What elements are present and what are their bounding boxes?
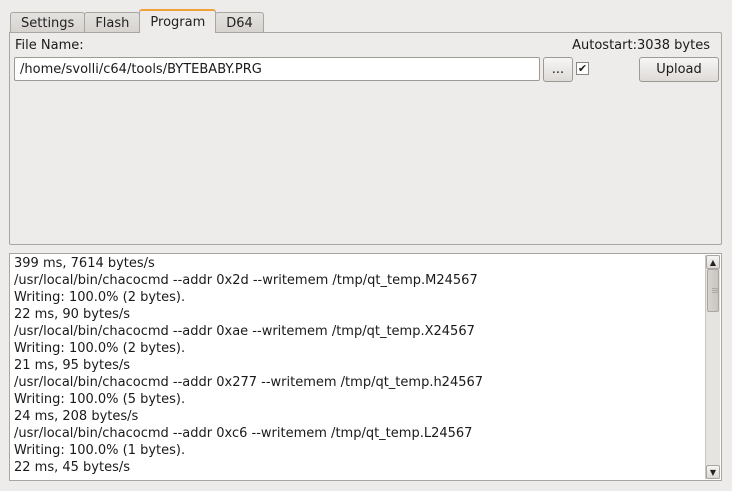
tab-d64[interactable]: D64: [215, 12, 264, 33]
log-line: Writing: 100.0% (2 bytes).: [14, 341, 186, 356]
log-output[interactable]: 399 ms, 7614 bytes/s/usr/local/bin/chaco…: [9, 253, 722, 481]
scroll-track[interactable]: [706, 269, 720, 465]
scroll-down-icon[interactable]: ▼: [706, 465, 720, 479]
log-line: Writing: 100.0% (5 bytes).: [14, 392, 186, 407]
log-line: /usr/local/bin/chacocmd --addr 0x2d --wr…: [14, 273, 478, 288]
upload-button[interactable]: Upload: [639, 57, 719, 82]
log-lines: 399 ms, 7614 bytes/s/usr/local/bin/chaco…: [14, 255, 703, 476]
autostart-label: Autostart:3038 bytes: [572, 38, 710, 53]
program-panel: File Name: Autostart:3038 bytes ... ✔ Up…: [9, 32, 722, 245]
checkmark-icon: ✔: [577, 62, 588, 75]
grip-line: [712, 291, 718, 293]
log-line: /usr/local/bin/chacocmd --addr 0xc6 --wr…: [14, 426, 473, 441]
autostart-checkbox[interactable]: ✔: [576, 62, 589, 75]
tab-flash[interactable]: Flash: [84, 12, 141, 33]
scroll-thumb[interactable]: [707, 269, 719, 312]
grip-line: [712, 289, 718, 291]
file-path-input[interactable]: [14, 57, 540, 81]
scroll-up-icon[interactable]: ▲: [706, 255, 720, 269]
tab-settings[interactable]: Settings: [10, 12, 86, 33]
log-line: /usr/local/bin/chacocmd --addr 0xae --wr…: [14, 324, 475, 339]
file-name-label: File Name:: [15, 38, 84, 53]
log-line: 22 ms, 90 bytes/s: [14, 307, 131, 322]
log-line: 21 ms, 95 bytes/s: [14, 358, 131, 373]
log-scrollbar[interactable]: ▲ ▼: [705, 255, 720, 479]
tab-program[interactable]: Program: [139, 9, 217, 33]
log-line: Writing: 100.0% (2 bytes).: [14, 290, 186, 305]
log-line: 399 ms, 7614 bytes/s: [14, 256, 155, 271]
log-line: /usr/local/bin/chacocmd --addr 0x277 --w…: [14, 375, 484, 390]
log-line: 22 ms, 45 bytes/s: [14, 460, 131, 475]
grip-line: [712, 287, 718, 289]
log-line: 24 ms, 208 bytes/s: [14, 409, 139, 424]
log-line: Writing: 100.0% (1 bytes).: [14, 443, 186, 458]
tab-bar: Settings Flash Program D64: [10, 9, 264, 33]
browse-button[interactable]: ...: [543, 57, 573, 82]
